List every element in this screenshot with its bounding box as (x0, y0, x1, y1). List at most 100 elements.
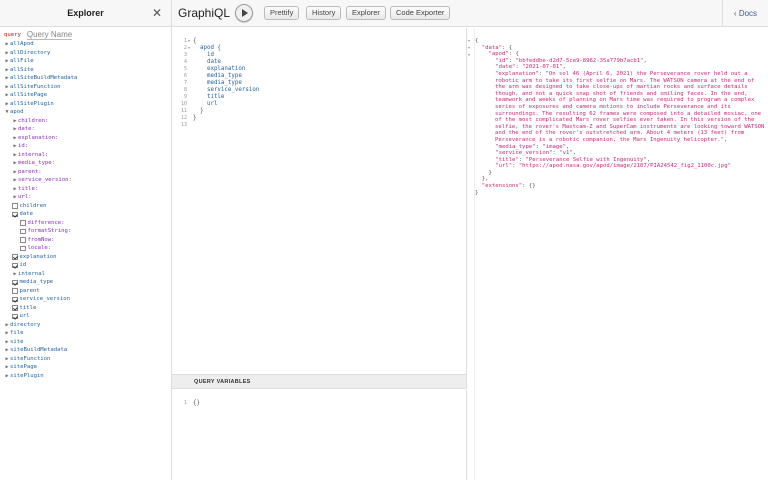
tree-item[interactable]: ▶ allDirectory (0, 49, 171, 58)
line-number: 12 (180, 115, 187, 121)
query-name-input[interactable]: Query Name (26, 30, 73, 40)
tree-item[interactable]: fromNow: (0, 236, 171, 245)
line-number: 1 (183, 38, 187, 44)
tree-item[interactable]: ▶ parent: (0, 168, 171, 177)
checkbox[interactable] (20, 245, 26, 251)
tree-item-label: explanation (19, 253, 57, 260)
checkbox[interactable] (20, 220, 26, 226)
code-line[interactable]: url (193, 101, 259, 108)
tree-item-label: explanation: (18, 134, 59, 141)
code-line[interactable]: { (193, 38, 259, 45)
code-exporter-button[interactable]: Code Exporter (390, 6, 451, 20)
checkbox[interactable] (12, 262, 18, 268)
tree-item[interactable]: ▶ sitePage (0, 363, 171, 372)
tree-item-label: id (19, 262, 27, 269)
tree-item[interactable]: ▶ internal: (0, 151, 171, 160)
tree-item[interactable]: ▶ siteFunction (0, 355, 171, 364)
tree-item[interactable]: parent (0, 287, 171, 296)
fold-arrow-icon[interactable]: ▾ (468, 52, 470, 57)
tree-item[interactable]: ▶ internal (0, 270, 171, 279)
tree-item-label: allSite (10, 66, 34, 73)
tree-item[interactable]: ▶ file (0, 329, 171, 338)
tree-item-label: difference: (27, 219, 65, 226)
checkbox[interactable] (12, 211, 18, 217)
tree-item-label: parent (19, 287, 40, 294)
tree-item[interactable]: ▶ allSitePlugin (0, 100, 171, 109)
checkbox[interactable] (12, 279, 18, 285)
tree-item[interactable]: ▶ explanation: (0, 134, 171, 143)
code-line[interactable]: id (193, 52, 259, 59)
tree-item[interactable]: ▶ title: (0, 185, 171, 194)
tree-item[interactable]: ▶ allSite (0, 66, 171, 75)
code-line[interactable]: apod { (193, 45, 259, 52)
code-line[interactable]: service_version (193, 87, 259, 94)
tree-item-label: allSiteFunction (10, 83, 61, 90)
tree-item[interactable]: ▶ children: (0, 117, 171, 126)
code-line[interactable]: title (193, 94, 259, 101)
code-line[interactable]: media_type (193, 80, 259, 87)
query-code[interactable]: { apod { id date explanation media_type … (193, 38, 259, 129)
variables-code[interactable]: {} (193, 400, 200, 407)
tree-item[interactable]: explanation (0, 253, 171, 262)
docs-label: Docs (738, 9, 758, 18)
code-line[interactable]: } (193, 108, 259, 115)
tree-item[interactable]: ▶ allSiteBuildMetadata (0, 74, 171, 83)
query-editor[interactable]: 1 2 3 4 5 6 7 8 9 10 11 12 13 ▾ ▾ { apod { id date e… (172, 28, 467, 374)
tree-item-label: fromNow: (27, 236, 55, 243)
checkbox[interactable] (12, 254, 18, 260)
query-variables-header[interactable]: QUERY VARIABLES (172, 374, 467, 389)
tree-item[interactable]: ▶ allFile (0, 57, 171, 66)
tree-item-label: children: (18, 117, 49, 124)
code-line[interactable]: } (193, 115, 259, 122)
tree-item[interactable]: locale: (0, 244, 171, 253)
tree-item[interactable]: ▶ date: (0, 125, 171, 134)
checkbox[interactable] (12, 288, 18, 294)
explorer-button[interactable]: Explorer (346, 6, 386, 20)
tree-item[interactable]: url (0, 312, 171, 321)
tree-item[interactable]: ▶ url: (0, 193, 171, 202)
tree-item[interactable]: difference: (0, 219, 171, 228)
fold-arrow-icon[interactable]: ▾ (188, 45, 192, 50)
fold-arrow-icon[interactable]: ▾ (468, 38, 470, 43)
tree-item-label: title (19, 304, 37, 311)
checkbox[interactable] (12, 296, 18, 302)
checkbox[interactable] (20, 228, 26, 234)
tree-item[interactable]: ▶ allSitePage (0, 91, 171, 100)
tree-item[interactable]: ▶ siteBuildMetadata (0, 346, 171, 355)
checkbox[interactable] (12, 203, 18, 209)
tree-item[interactable]: ▼ apod (0, 108, 171, 117)
tree-item[interactable]: title (0, 304, 171, 313)
code-line[interactable]: media_type (193, 73, 259, 80)
code-line[interactable]: explanation (193, 66, 259, 73)
tree-item-label: id: (18, 143, 29, 150)
prettify-button[interactable]: Prettify (264, 6, 300, 20)
fold-arrow-icon[interactable]: ▾ (188, 38, 192, 43)
tree-item[interactable]: service_version (0, 295, 171, 304)
code-line[interactable]: date (193, 59, 259, 66)
tree-item[interactable]: ▶ directory (0, 321, 171, 330)
tree-item[interactable]: ▶ site (0, 338, 171, 347)
tree-item[interactable]: ▶ media_type: (0, 159, 171, 168)
tree-item[interactable]: ▶ service_version: (0, 176, 171, 185)
history-button[interactable]: History (306, 6, 342, 20)
code-line[interactable] (193, 122, 259, 129)
run-query-button[interactable] (235, 4, 253, 22)
tree-item[interactable]: ▶ sitePlugin (0, 372, 171, 381)
tree-item[interactable]: media_type (0, 278, 171, 287)
close-icon[interactable]: ✕ (152, 7, 162, 19)
tree-item-label: sitePlugin (10, 372, 44, 379)
tree-item[interactable]: id (0, 261, 171, 270)
tree-item[interactable]: ▶ id: (0, 142, 171, 151)
tree-item[interactable]: formatString: (0, 227, 171, 236)
tree-item-label: media_type: (18, 160, 56, 167)
tree-item[interactable]: date (0, 210, 171, 219)
fold-arrow-icon[interactable]: ▾ (468, 45, 470, 50)
checkbox[interactable] (12, 313, 18, 319)
variables-editor[interactable]: 1 {} (172, 390, 467, 480)
docs-button[interactable]: ‹ Docs (722, 0, 768, 27)
tree-item[interactable]: ▶ allSiteFunction (0, 83, 171, 92)
checkbox[interactable] (12, 305, 18, 311)
tree-item[interactable]: children (0, 202, 171, 211)
checkbox[interactable] (20, 237, 26, 243)
tree-item[interactable]: ▶ allApod (0, 40, 171, 49)
